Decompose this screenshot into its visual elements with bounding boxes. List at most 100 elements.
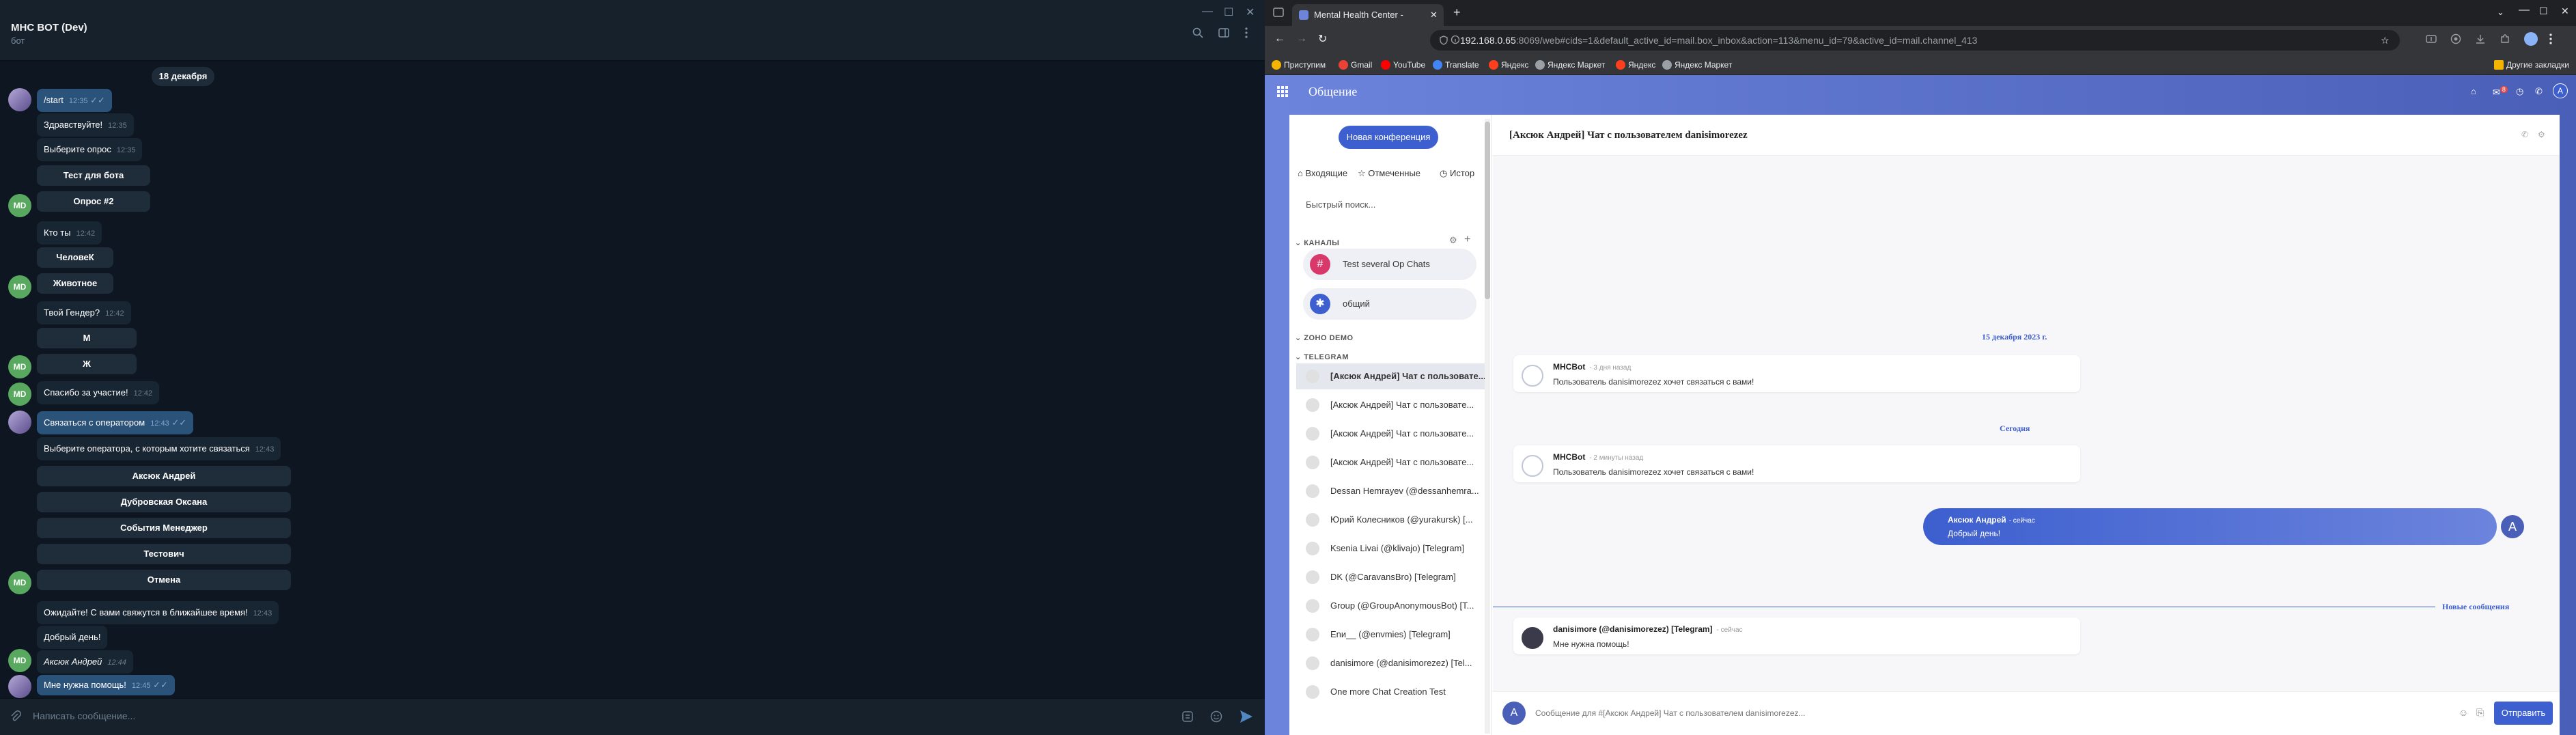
tab-search-icon[interactable]: ⌄ — [2497, 7, 2504, 18]
keyboard-button[interactable]: Дубровская Оксана — [37, 492, 291, 512]
other-bookmarks[interactable]: Другие закладки — [2494, 60, 2569, 70]
sidebar-toggle-icon[interactable] — [1218, 27, 1229, 38]
address-bar[interactable]: 192.168.0.65:8069/web#cids=1&default_act… — [1430, 30, 2400, 51]
bookmark-item[interactable]: Приступим — [1272, 60, 1326, 70]
composer-input[interactable]: Сообщение для #[Аксюк Андрей] Чат с поль… — [1535, 708, 1806, 718]
minimize-icon[interactable]: — — [2519, 4, 2530, 16]
browser-menu-icon[interactable] — [2549, 33, 2553, 44]
keyboard-button[interactable]: События Менеджер — [37, 518, 291, 538]
bookmark-item[interactable]: Яндекс Маркет — [1535, 60, 1605, 70]
section-zoho[interactable]: ⌄ ZOHO DEMO — [1295, 333, 1354, 342]
bookmark-item[interactable]: Translate — [1433, 60, 1479, 70]
filter-history[interactable]: ◷ Истор — [1440, 168, 1474, 179]
home-icon[interactable]: ⌂ — [2471, 86, 2476, 96]
message-input[interactable]: Написать сообщение... — [33, 710, 135, 721]
keyboard-button[interactable]: Животное — [37, 273, 113, 294]
sidebar-scrollbar[interactable] — [1485, 119, 1490, 734]
bookmark-item[interactable]: Gmail — [1339, 60, 1372, 70]
phone-icon[interactable]: ✆ — [2535, 86, 2543, 97]
call-icon[interactable]: ✆ — [2521, 130, 2528, 139]
send-button[interactable]: Отправить — [2494, 702, 2553, 725]
emoji-icon[interactable] — [1210, 710, 1222, 723]
channel-item[interactable]: ✱ общий — [1303, 288, 1476, 320]
channel-item[interactable]: # Test several Op Chats — [1303, 249, 1476, 280]
keyboard-button[interactable]: ЧеловеК — [37, 247, 113, 268]
tab-list-icon[interactable] — [1273, 7, 1284, 18]
filter-starred[interactable]: ☆ Отмеченные — [1358, 168, 1420, 179]
keyboard-button[interactable]: Аксюк Андрей — [37, 466, 291, 486]
chat-item[interactable]: Group (@GroupAnonymousBot) [T... — [1296, 593, 1486, 619]
extension-icon[interactable] — [2450, 33, 2461, 44]
chat-item[interactable]: Ksenia Livai (@klivajo) [Telegram] — [1296, 536, 1486, 561]
close-icon[interactable]: ✕ — [1246, 5, 1255, 19]
settings-icon[interactable]: ⚙ — [1449, 235, 1457, 246]
bookmark-item[interactable]: Яндекс Маркет — [1662, 60, 1732, 70]
not-secure-icon[interactable] — [1451, 35, 1460, 44]
keyboard-button[interactable]: Опрос #2 — [37, 191, 150, 212]
chat-item[interactable]: [Аксюк Андрей] Чат с пользовате... — [1296, 421, 1486, 447]
apps-menu-icon[interactable] — [1277, 86, 1288, 97]
back-icon[interactable]: ← — [1274, 33, 1285, 45]
forward-icon[interactable]: → — [1296, 33, 1307, 45]
bookmark-item[interactable]: Яндекс — [1489, 60, 1528, 70]
message-list[interactable]: 18 декабря /start 12:35 ✓✓ Здравствуйте! 1… — [0, 61, 1265, 698]
app-title[interactable]: Общение — [1308, 85, 1357, 99]
attach-icon[interactable] — [10, 710, 22, 723]
add-channel-icon[interactable]: + — [1464, 234, 1470, 246]
more-icon[interactable] — [1244, 27, 1248, 38]
clock-icon[interactable]: ◷ — [2516, 86, 2523, 97]
close-tab-icon[interactable]: ✕ — [1430, 4, 1438, 26]
browser-tab[interactable]: Mental Health Center - Общение ✕ — [1292, 4, 1444, 42]
minimize-icon[interactable]: — — [1202, 5, 1213, 18]
new-tab-icon[interactable]: + — [1453, 5, 1461, 20]
filter-inbox[interactable]: ⌂ Входящие — [1298, 168, 1347, 178]
chat-item[interactable]: danisimore (@danisimorezez) [Tel... — [1296, 650, 1486, 676]
bookmark-item[interactable]: YouTube — [1381, 60, 1425, 70]
chat-item[interactable]: DK (@CaravansBro) [Telegram] — [1296, 564, 1486, 590]
maximize-icon[interactable]: ☐ — [1224, 5, 1233, 19]
settings-icon[interactable]: ⚙ — [2538, 130, 2545, 139]
chat-item[interactable]: [Аксюк Андрей] Чат с пользовате... — [1296, 363, 1486, 389]
message-item[interactable]: MHCBot - 3 дня назад Пользователь danisim… — [1513, 355, 2080, 392]
profile-avatar-icon[interactable] — [2524, 32, 2538, 46]
keyboard-button[interactable]: Ж — [37, 354, 137, 374]
chat-item[interactable]: One more Chat Creation Test — [1296, 679, 1486, 705]
scrollbar-thumb[interactable] — [1485, 122, 1490, 299]
bookmark-item[interactable]: Яндекс — [1616, 60, 1655, 70]
chat-item[interactable]: Enи__ (@envmies) [Telegram] — [1296, 622, 1486, 648]
user-avatar[interactable]: A — [2553, 83, 2568, 98]
maximize-icon[interactable]: ☐ — [2539, 5, 2548, 17]
reload-icon[interactable]: ↻ — [1318, 32, 1327, 46]
bookmark-star-icon[interactable]: ☆ — [2381, 30, 2390, 51]
save-page-icon[interactable] — [2426, 33, 2437, 44]
keyboard-button[interactable]: Отмена — [37, 570, 291, 590]
extensions-puzzle-icon[interactable] — [2500, 33, 2510, 44]
chat-item[interactable]: [Аксюк Андрей] Чат с пользовате... — [1296, 392, 1486, 418]
quick-search-input[interactable]: Быстрый поиск... — [1306, 199, 1375, 210]
keyboard-button[interactable]: Тестович — [37, 544, 291, 564]
attachment-icon[interactable]: ⎘ — [2476, 707, 2484, 719]
search-icon[interactable] — [1192, 27, 1203, 38]
own-message[interactable]: Аксюк Андрей - сейчас Добрый день! — [1923, 508, 2497, 545]
downloads-icon[interactable] — [2475, 33, 2486, 44]
keyboard-button[interactable]: Тест для бота — [37, 165, 150, 186]
chat-item[interactable]: Юрий Колесников (@yurakursk) [... — [1296, 507, 1486, 533]
send-icon[interactable] — [1239, 709, 1254, 724]
shield-icon[interactable] — [1440, 36, 1448, 45]
messages-icon[interactable]: ✉ 8 — [2493, 86, 2508, 98]
section-channels[interactable]: ⌄ КАНАЛЫ — [1295, 238, 1339, 247]
new-conference-button[interactable]: Новая конференция — [1339, 126, 1438, 149]
bot-commands-icon[interactable] — [1181, 710, 1194, 723]
message-item[interactable]: danisimore (@danisimorezez) [Telegram] - … — [1513, 618, 2080, 654]
chat-header[interactable]: MHC BOT (Dev) бот — ☐ ✕ — [0, 0, 1265, 61]
section-telegram[interactable]: ⌄ TELEGRAM — [1295, 352, 1349, 361]
keyboard-button[interactable]: М — [37, 328, 137, 348]
message-author: Аксюк Андрей - сейчас — [1948, 515, 2035, 525]
emoji-icon[interactable]: ☺ — [2459, 707, 2468, 718]
chat-item[interactable]: Dessan Hemrayev (@dessanhemra... — [1296, 478, 1486, 504]
message-composer[interactable]: Написать сообщение... — [0, 698, 1265, 735]
chat-item[interactable]: [Аксюк Андрей] Чат с пользовате... — [1296, 449, 1486, 475]
public-channel-icon: ✱ — [1310, 294, 1330, 314]
close-icon[interactable]: ✕ — [2561, 5, 2569, 17]
message-item[interactable]: MHCBot - 2 минуты назад Пользователь dani… — [1513, 445, 2080, 482]
